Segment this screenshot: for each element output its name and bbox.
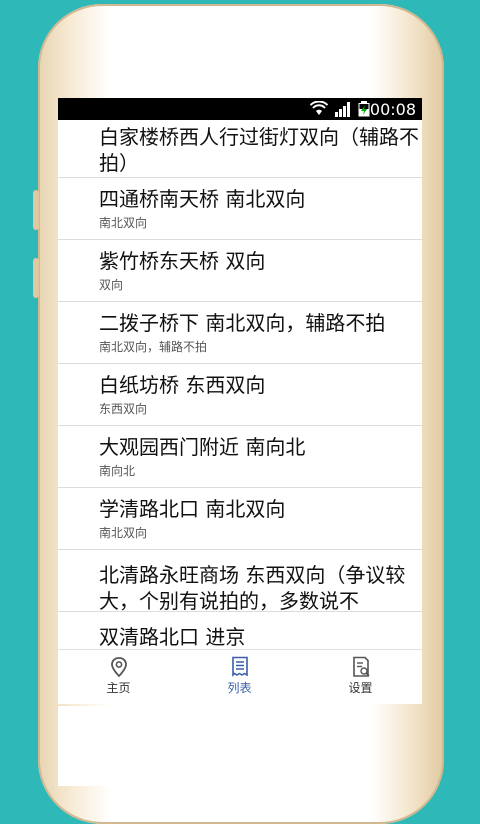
- tab-label: 主页: [106, 681, 131, 695]
- side-button-volume-up: [33, 190, 39, 230]
- list-item-title: 白家楼桥西人行过街灯双向（辅路不拍）: [99, 125, 419, 175]
- tab-settings[interactable]: 设置: [300, 650, 421, 704]
- list-item[interactable]: 双清路北口 进京: [58, 612, 422, 652]
- status-bar: 00:08: [58, 98, 422, 120]
- list-item-title: 大观园西门附近 南向北: [99, 435, 306, 459]
- battery-charging-icon: [358, 101, 370, 117]
- list-item[interactable]: 北清路永旺商场 东西双向（争议较大，个别有说拍的，多数说不: [58, 550, 422, 613]
- bottom-tab-bar: 主页 列表 设置: [58, 649, 422, 704]
- list-item[interactable]: 白纸坊桥 东西双向 东西双向: [58, 364, 422, 426]
- list-item-title: 双清路北口 进京: [99, 625, 246, 649]
- tab-label: 设置: [348, 681, 373, 695]
- list-item-title: 紫竹桥东天桥 双向: [99, 249, 266, 273]
- list-item[interactable]: 白家楼桥西人行过街灯双向（辅路不拍）: [58, 120, 422, 178]
- list-item-title: 四通桥南天桥 南北双向: [99, 187, 306, 211]
- list-document-icon: [231, 656, 248, 677]
- list-item-subtitle: 南北双向: [99, 526, 148, 540]
- list-item-title: 白纸坊桥 东西双向: [99, 373, 266, 397]
- list-item[interactable]: 学清路北口 南北双向 南北双向: [58, 488, 422, 550]
- tab-list[interactable]: 列表: [179, 650, 300, 704]
- list-item[interactable]: 大观园西门附近 南向北 南向北: [58, 426, 422, 488]
- list-item-title: 北清路永旺商场 东西双向（争议较大，个别有说拍的，多数说不: [99, 563, 406, 613]
- tab-home[interactable]: 主页: [58, 650, 179, 704]
- list-item-subtitle: 南向北: [99, 464, 136, 478]
- list-item[interactable]: 四通桥南天桥 南北双向 南北双向: [58, 178, 422, 240]
- phone-screen: 00:08 白家楼桥西人行过街灯双向（辅路不拍） 四通桥南天桥 南北双向 南北双…: [58, 98, 422, 704]
- list-item-subtitle: 东西双向: [99, 402, 148, 416]
- settings-document-icon: [352, 656, 370, 677]
- tab-label: 列表: [227, 681, 252, 695]
- status-time: 00:08: [369, 100, 416, 119]
- list-item-subtitle: 南北双向: [99, 216, 148, 230]
- list-item[interactable]: 紫竹桥东天桥 双向 双向: [58, 240, 422, 302]
- wifi-icon: [310, 101, 328, 115]
- side-button-volume-down: [33, 258, 39, 298]
- list-item-subtitle: 双向: [99, 278, 124, 292]
- location-pin-icon: [110, 657, 127, 678]
- list-item-title: 二拨子桥下 南北双向，辅路不拍: [99, 311, 386, 335]
- list-item-subtitle: 南北双向，辅路不拍: [99, 340, 208, 354]
- camera-list[interactable]: 白家楼桥西人行过街灯双向（辅路不拍） 四通桥南天桥 南北双向 南北双向 紫竹桥东…: [58, 120, 422, 652]
- list-item-title: 学清路北口 南北双向: [99, 497, 286, 521]
- screen-chin-area: [58, 706, 320, 786]
- list-item[interactable]: 二拨子桥下 南北双向，辅路不拍 南北双向，辅路不拍: [58, 302, 422, 364]
- signal-icon: [335, 102, 350, 117]
